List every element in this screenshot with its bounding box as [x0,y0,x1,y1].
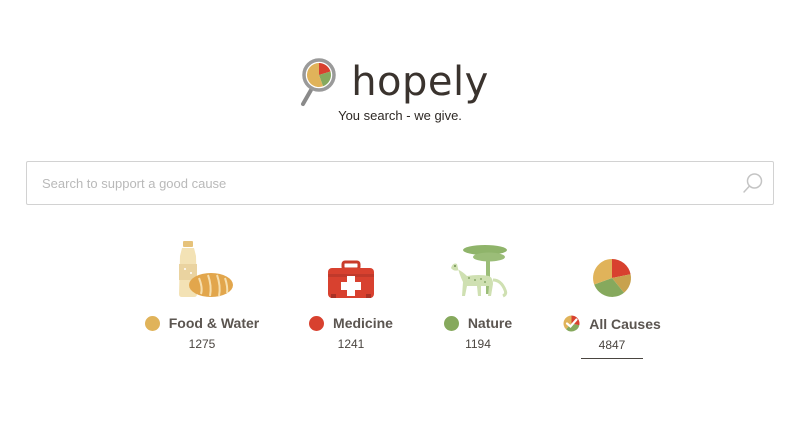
cause-label: Food & Water [168,315,260,331]
brand-name: hopely [351,59,489,105]
bread-and-bottle-icon [179,241,233,297]
first-aid-kit-icon [328,260,374,298]
cheetah-and-tree-icon [451,245,508,298]
medicine-dot [309,315,325,331]
cause-all-causes[interactable]: All Causes 4847 [537,236,687,359]
selected-check-icon [563,315,580,332]
cause-count: 1194 [465,337,491,351]
nature-dot [443,315,459,331]
cause-label: Medicine [333,315,393,331]
cause-label: Nature [467,315,513,331]
tagline: You search - we give. [338,108,462,123]
cause-nature[interactable]: Nature 1194 [403,236,553,351]
search-bar [26,161,774,205]
cause-label: All Causes [589,315,661,332]
magnifier-pie-logo-icon [301,58,336,106]
food-water-dot [144,315,160,331]
cause-food-water[interactable]: Food & Water 1275 [127,236,277,351]
search-icon[interactable] [741,171,765,195]
cause-count: 1275 [188,337,216,351]
search-input[interactable] [27,162,727,204]
cause-count: 4847 [580,338,644,359]
pie-chart-icon [593,259,631,297]
brand-header: hopely [0,56,800,108]
